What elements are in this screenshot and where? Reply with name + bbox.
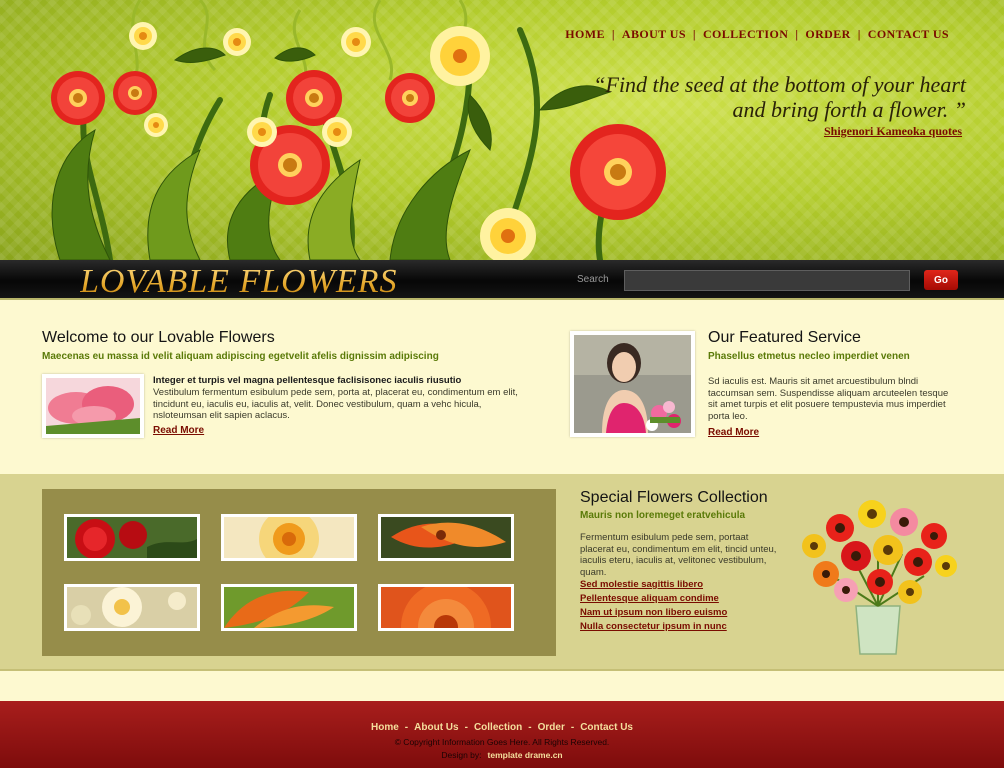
nav-contact-link[interactable]: CONTACT US [861,27,956,42]
copyright-text: © Copyright Information Goes Here. All R… [394,737,610,747]
search-label: Search [577,274,609,285]
header-quote: “Find the seed at the bottom of your hea… [593,72,966,122]
quote-author-link[interactable]: Shigenori Kameoka quotes [824,124,962,139]
footer-about-link[interactable]: About Us [414,722,458,733]
flower-bouquet-image [802,500,957,655]
footer-navigation: Home - About Us - Collection - Order - Contact U… [0,722,1004,733]
featured-service-photo [570,331,695,437]
footer-home-link[interactable]: Home [371,722,399,733]
footer-order-link[interactable]: Order [538,722,565,733]
gallery-orange-petals[interactable] [221,584,357,631]
design-credit-link[interactable]: template drame.cn [482,750,563,760]
special-title: Special Flowers Collection [580,489,768,506]
footer-separator: - [570,722,575,733]
special-link-3[interactable]: Nam ut ipsum non libero euismo [580,606,727,620]
footer-contact-link[interactable]: Contact Us [580,722,633,733]
gallery-red-rose[interactable] [64,514,200,561]
footer-collection-link[interactable]: Collection [474,722,522,733]
design-label: Design by: [441,750,482,760]
welcome-subtitle: Maecenas eu massa id velit aliquam adipi… [42,351,439,362]
welcome-title: Welcome to our Lovable Flowers [42,329,275,346]
footer-separator: - [404,722,409,733]
nav-home-link[interactable]: HOME [558,27,612,42]
header-banner: HOME | ABOUT US | COLLECTION | ORDER | C… [0,0,1004,260]
nav-order-link[interactable]: ORDER [798,27,857,42]
footer-separator: - [464,722,468,733]
nav-about-link[interactable]: ABOUT US [615,27,693,42]
special-subtitle: Mauris non loremeget eratvehicula [580,510,746,521]
design-credit: Design by: template drame.cn [0,750,1004,760]
special-link-4[interactable]: Nulla consectetur ipsum in nunc [580,620,727,634]
welcome-body: Vestibulum fermentum esibulum pede sem, … [153,387,518,421]
featured-body: Sd iaculis est. Mauris sit amet arcuesti… [708,376,949,422]
top-navigation: HOME | ABOUT US | COLLECTION | ORDER | C… [558,27,956,42]
featured-read-more-link[interactable]: Read More [708,427,759,438]
search-input[interactable] [624,270,910,291]
special-links: Sed molestie sagittis libero Pellentesqu… [580,578,727,634]
welcome-heading: Integer et turpis vel magna pellentesque… [153,375,462,386]
gallery-orange-lily[interactable] [378,514,514,561]
special-body: Fermentum esibulum pede sem, portaat pla… [580,532,777,578]
nav-collection-link[interactable]: COLLECTION [696,27,795,42]
tulip-thumbnail [42,374,144,438]
search-go-button[interactable]: Go [924,270,958,290]
footer-separator: - [528,722,532,733]
gallery-white-blossom[interactable] [64,584,200,631]
welcome-read-more-link[interactable]: Read More [153,425,204,436]
special-link-2[interactable]: Pellentesque aliquam condime [580,592,727,606]
featured-title: Our Featured Service [708,329,861,346]
special-link-1[interactable]: Sed molestie sagittis libero [580,578,727,592]
gallery-gerbera[interactable] [378,584,514,631]
gallery-yellow-flower[interactable] [221,514,357,561]
featured-subtitle: Phasellus etmetus necleo imperdiet venen [708,351,910,362]
site-logo[interactable]: LOVABLE FLOWERS [80,263,398,301]
